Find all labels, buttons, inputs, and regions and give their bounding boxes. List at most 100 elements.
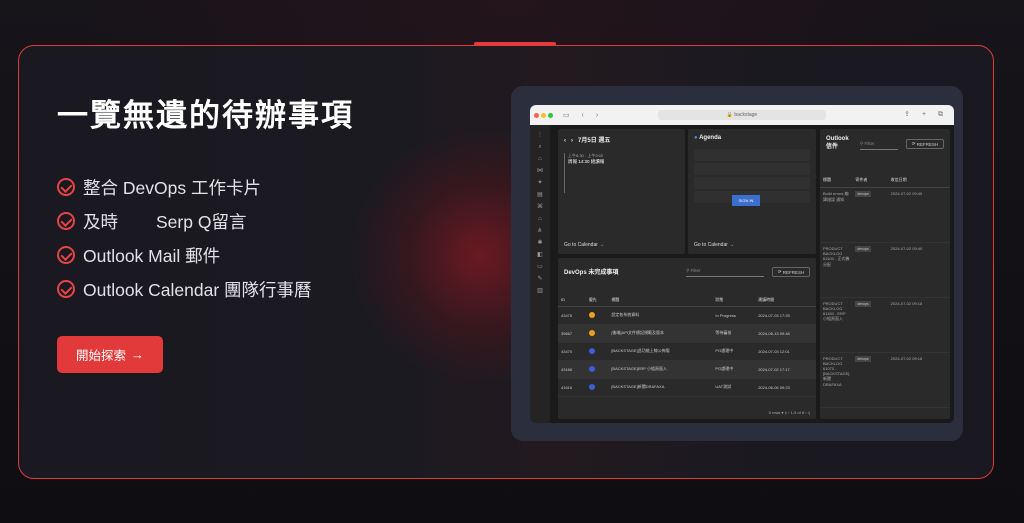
calendar-date-title: 7月5日 週五: [578, 138, 611, 144]
priority-cell: [585, 360, 609, 379]
priority-cell: [585, 306, 609, 325]
go-to-calendar-link[interactable]: Go to Calendar →: [694, 242, 734, 248]
priority-cell: [585, 378, 609, 397]
agenda-placeholder: [694, 163, 810, 175]
row-id: 39667: [558, 324, 586, 343]
feature-item: 及時 Serp Q留言: [57, 204, 312, 238]
sign-in-button[interactable]: SIGN IN: [732, 195, 760, 206]
mail-subject-link[interactable]: Build errors 編譯錯誤 通知: [820, 187, 853, 243]
col-header: 建議時間: [755, 294, 816, 307]
feature-item: Outlook Mail 郵件: [57, 238, 312, 272]
col-header: 標題: [608, 294, 713, 307]
calendar-panel: ‹ › 7月5日 週五 上午8:30 - 上午9:00 周報 14:30 組讀報…: [558, 129, 685, 254]
calendar-prev-button[interactable]: ‹: [564, 138, 566, 144]
mail-sender: devops: [852, 352, 888, 408]
headline: 一覽無遺的待辦事項: [57, 98, 354, 133]
devops-panel: DevOps 未完成事項 ⚲ Filter ⟳ REFRESH ID 優先 標題…: [558, 258, 816, 419]
folder-icon: ▭: [537, 264, 543, 270]
outlook-row[interactable]: Build errors 編譯錯誤 通知 devops 2024-07-02 09:…: [820, 187, 950, 243]
browser-actions-icons: ⇪ + ⧉: [904, 111, 948, 118]
outlook-row[interactable]: PRODUCT BACKLOG 61070 - [BACKSTAGE]新聞DRA…: [820, 352, 950, 408]
mail-date: 2024-07-02 09:18: [887, 297, 950, 353]
address-bar: 🔒 backstage: [658, 110, 826, 120]
agenda-placeholder: [694, 149, 810, 161]
mail-sender: devops: [852, 187, 888, 243]
zoom-dot-icon: [548, 112, 553, 118]
row-date: 2024-06-13 09:48: [755, 324, 816, 343]
start-explore-button[interactable]: 開始探索 →: [57, 336, 163, 373]
devops-table: ID 優先 標題 狀態 建議時間 43475 設定各系統資料 In Progress…: [558, 294, 816, 397]
outlook-panel: Outlook 信件 ⚲ Filter ⟳ REFRESH 標題 寄件者 收信日…: [820, 129, 950, 419]
row-title-link[interactable]: [BACKSTAGE]ERP 小組頁面入: [608, 360, 713, 379]
devops-refresh-button[interactable]: ⟳ REFRESH: [772, 267, 810, 277]
mail-subject-link[interactable]: PRODUCT BACKLOG 61100 - 正式機 分配: [820, 242, 853, 298]
row-id: 43166: [558, 360, 586, 379]
row-title-link[interactable]: [BACKSTAGE]新聞DRAFAXA: [608, 378, 713, 397]
mail-sender: devops: [852, 297, 888, 353]
agenda-title: Agenda: [699, 135, 722, 141]
devops-filter-input[interactable]: ⚲ Filter: [686, 268, 764, 277]
check-circle-icon: [57, 178, 75, 196]
feature-item: Outlook Calendar 團隊行事曆: [57, 272, 312, 306]
calendar-event[interactable]: 上午8:30 - 上午9:00 周報 14:30 組讀報: [564, 153, 679, 193]
event-title: 周報 14:30 組讀報: [568, 159, 605, 164]
check-circle-icon: [57, 280, 75, 298]
feature-label-a: 及時: [83, 211, 118, 232]
priority-cell: [585, 342, 609, 361]
devops-row[interactable]: 43166 [BACKSTAGE]ERP 小組頁面入 PG處理中 2024-07-02…: [558, 360, 816, 379]
mail-subject-link[interactable]: PRODUCT BACKLOG 61180 - ERP 小組頁面入: [820, 297, 853, 353]
row-id: 43475: [558, 306, 586, 325]
browser-toolbar: ▭ ‹ › 🔒 backstage ⇪ + ⧉: [530, 105, 954, 125]
row-date: 2024-07-03 17:25: [755, 306, 816, 325]
row-date: 2024-07-02 17:17: [755, 360, 816, 379]
feature-label: Outlook Calendar 團隊行事曆: [83, 279, 312, 300]
mail-sender: devops: [852, 242, 888, 298]
row-title-link[interactable]: [後端]API文件標記規範及版本: [608, 324, 713, 343]
row-title-link[interactable]: [BACKSTAGE]此功能上線公佈版: [608, 342, 713, 361]
outlook-row[interactable]: PRODUCT BACKLOG 61100 - 正式機 分配 devops 2024…: [820, 242, 950, 298]
devops-row[interactable]: 41616 [BACKSTAGE]新聞DRAFAXA UAT測試 2024-06-06…: [558, 378, 816, 397]
priority-icon: [588, 365, 595, 372]
devops-row[interactable]: 43470 [BACKSTAGE]此功能上線公佈版 PG處理中 2024-07-03 …: [558, 342, 816, 361]
priority-icon: [588, 329, 595, 336]
devops-row[interactable]: 39667 [後端]API文件標記規範及版本 等待審核 2024-06-13 09:4…: [558, 324, 816, 343]
col-header: 狀態: [712, 294, 756, 307]
feature-label: Outlook Mail 郵件: [83, 245, 221, 266]
minimize-dot-icon: [541, 112, 546, 118]
school-icon: ⌘: [537, 204, 543, 210]
outlook-filter-input[interactable]: ⚲ Filter: [860, 141, 898, 150]
outlook-title: Outlook 信件: [826, 136, 849, 150]
close-dot-icon: [534, 112, 539, 118]
outlook-row[interactable]: PRODUCT BACKLOG 61180 - ERP 小組頁面入 devops 2…: [820, 297, 950, 353]
go-to-calendar-link[interactable]: Go to Calendar →: [564, 242, 604, 248]
app-sidebar: ⋮ ⌕ ⌂ ⋈ ✦ ▤ ⌘ ⌂ ⋔ ✱ ◧ ▭ ✎ ▥: [530, 125, 550, 423]
calendar-next-button[interactable]: ›: [571, 138, 573, 144]
feature-label: 整合 DevOps 工作卡片: [83, 177, 261, 198]
graph-icon: ⋈: [537, 168, 543, 174]
priority-cell: [585, 324, 609, 343]
devops-row[interactable]: 43475 設定各系統資料 In Progress 2024-07-03 17:25: [558, 306, 816, 325]
puzzle-icon: ✦: [537, 180, 543, 186]
priority-icon: [588, 311, 595, 318]
arrow-right-icon: →: [131, 347, 144, 362]
outlook-refresh-button[interactable]: ⟳ REFRESH: [906, 139, 944, 149]
check-circle-icon: [57, 246, 75, 264]
check-circle-icon: [57, 212, 75, 230]
tree-icon: ⋔: [537, 228, 543, 234]
mail-date: 2024-07-02 09:18: [887, 352, 950, 408]
mail-subject-link[interactable]: PRODUCT BACKLOG 61070 - [BACKSTAGE]新聞DRA…: [820, 352, 853, 408]
row-title-link[interactable]: 設定各系統資料: [608, 306, 713, 325]
feature-list: 整合 DevOps 工作卡片 及時 Serp Q留言 Outlook Mail …: [57, 170, 312, 306]
browser-mockup: ▭ ‹ › 🔒 backstage ⇪ + ⧉ ⋮ ⌕ ⌂ ⋈ ✦ ▤ ⌘ ⌂ ⋔ ✱ ◧ ▭ …: [530, 105, 954, 423]
row-state: PG處理中: [712, 342, 756, 361]
agenda-placeholder: [694, 177, 810, 189]
col-header: 優先: [585, 294, 609, 307]
priority-icon: [588, 347, 595, 354]
outlook-table: 標題 寄件者 收信日期 Build errors 編譯錯誤 通知 devops 20…: [820, 173, 950, 408]
devops-pagination[interactable]: 5 rows ▾ |‹ ‹ 1-5 of 8 › ›|: [769, 410, 810, 415]
build-icon: ✎: [537, 276, 543, 282]
row-state: PG處理中: [712, 360, 756, 379]
col-header: 標題: [820, 173, 853, 188]
hub-icon: ✱: [537, 240, 543, 246]
col-header: 收信日期: [887, 173, 950, 188]
